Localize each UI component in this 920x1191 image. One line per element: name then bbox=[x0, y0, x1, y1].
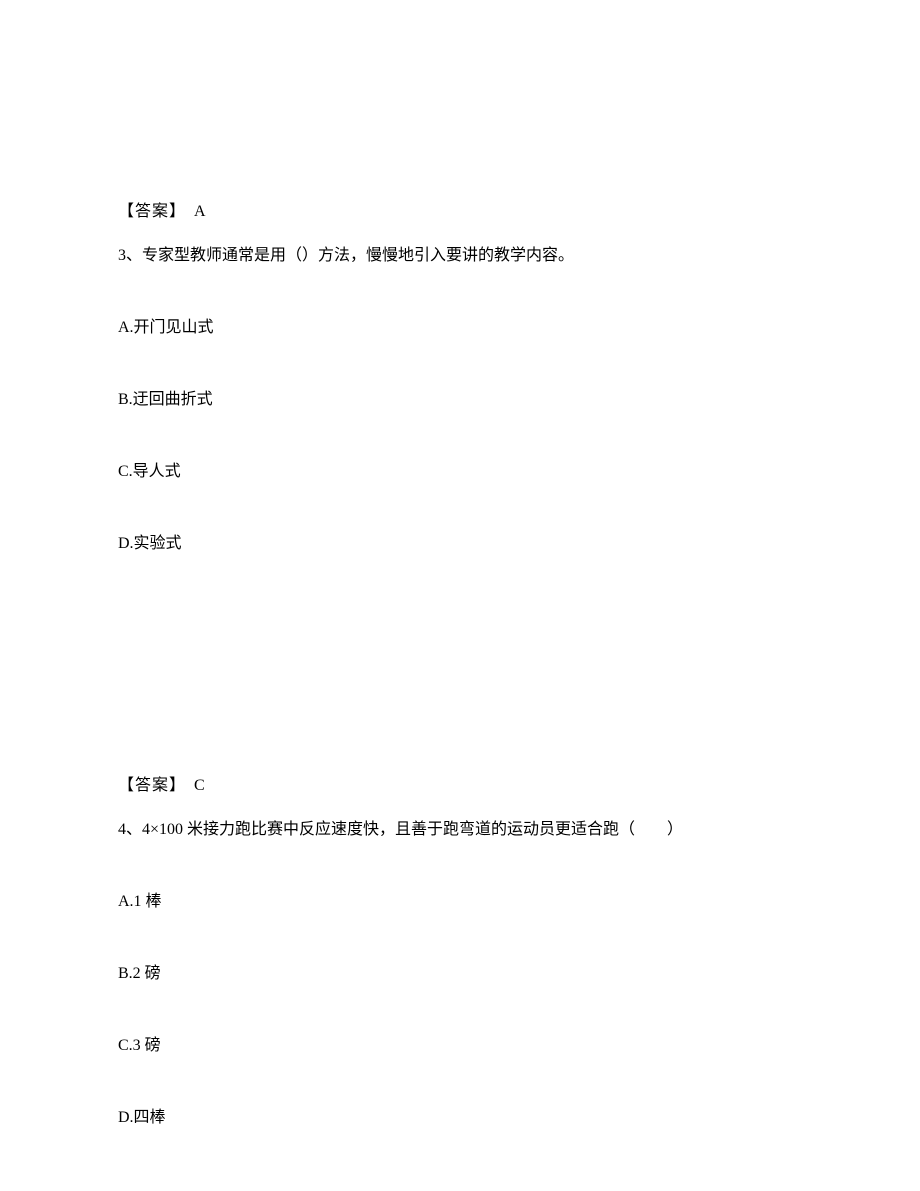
option-4b: B.2 磅 bbox=[118, 962, 802, 986]
answer-block-2: 【答案】 C bbox=[118, 774, 802, 798]
document-content: 【答案】 A 3、专家型教师通常是用（）方法，慢慢地引入要讲的教学内容。 A.开… bbox=[0, 0, 920, 1130]
option-3d: D.实验式 bbox=[118, 532, 802, 556]
answer-block-1: 【答案】 A bbox=[118, 200, 802, 224]
option-4d: D.四棒 bbox=[118, 1106, 802, 1130]
question-4: 4、4×100 米接力跑比赛中反应速度快，且善于跑弯道的运动员更适合跑（ ） bbox=[118, 818, 802, 842]
answer-label: 【答案】 bbox=[118, 777, 186, 794]
question-number: 3、 bbox=[118, 247, 142, 264]
option-3c: C.导人式 bbox=[118, 460, 802, 484]
option-4a: A.1 棒 bbox=[118, 890, 802, 914]
answer-value: A bbox=[194, 203, 206, 220]
spacer bbox=[118, 604, 802, 774]
option-4c: C.3 磅 bbox=[118, 1034, 802, 1058]
answer-value: C bbox=[194, 777, 205, 794]
question-number: 4、 bbox=[118, 821, 142, 838]
question-text: 专家型教师通常是用（）方法，慢慢地引入要讲的教学内容。 bbox=[142, 247, 574, 264]
answer-label: 【答案】 bbox=[118, 203, 186, 220]
option-3a: A.开门见山式 bbox=[118, 316, 802, 340]
question-3: 3、专家型教师通常是用（）方法，慢慢地引入要讲的教学内容。 bbox=[118, 244, 802, 268]
option-3b: B.迂回曲折式 bbox=[118, 388, 802, 412]
question-text: 4×100 米接力跑比赛中反应速度快，且善于跑弯道的运动员更适合跑（ ） bbox=[142, 821, 683, 838]
